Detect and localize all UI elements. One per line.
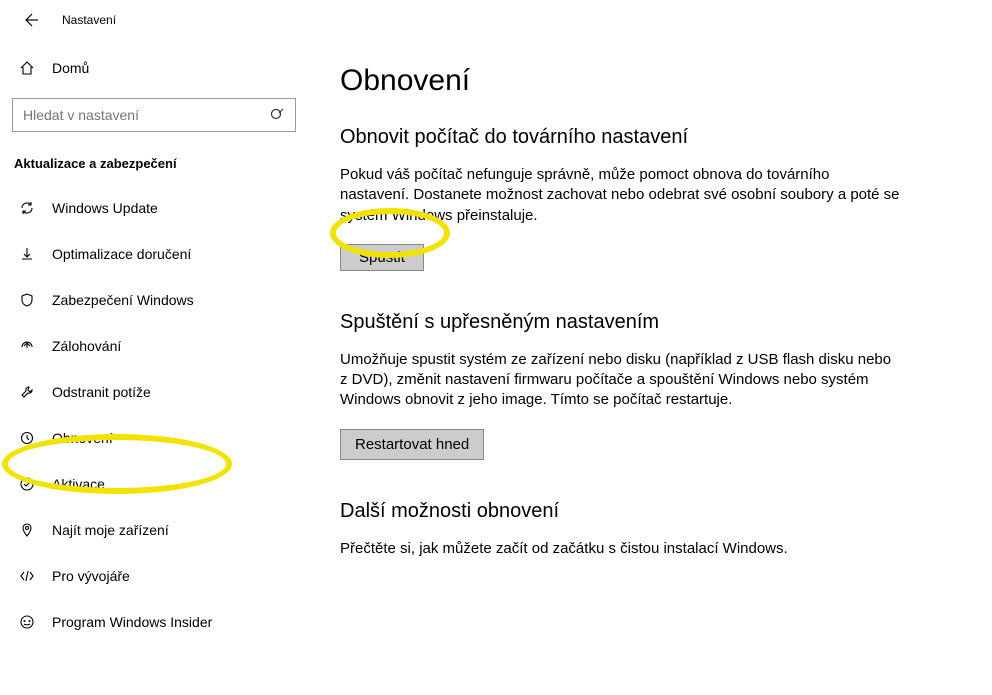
nav-list: Windows Update Optimalizace doručení Zab…	[0, 185, 310, 645]
arrow-left-icon	[22, 12, 38, 28]
restart-now-button[interactable]: Restartovat hned	[340, 429, 484, 460]
sidebar: Domů Aktualizace a zabezpečení Windows U…	[0, 40, 310, 695]
sidebar-item-backup[interactable]: Zálohování	[0, 323, 310, 369]
home-button[interactable]: Domů	[0, 48, 310, 88]
insider-icon	[18, 614, 36, 630]
section-reset-pc: Obnovit počítač do továrního nastavení P…	[340, 126, 900, 271]
sidebar-item-delivery-optimization[interactable]: Optimalizace doručení	[0, 231, 310, 277]
sidebar-item-for-developers[interactable]: Pro vývojáře	[0, 553, 310, 599]
home-label: Domů	[52, 60, 89, 76]
sidebar-item-label: Pro vývojáře	[52, 568, 130, 584]
search-icon	[269, 107, 285, 123]
section-title: Obnovit počítač do továrního nastavení	[340, 126, 900, 149]
sidebar-item-windows-security[interactable]: Zabezpečení Windows	[0, 277, 310, 323]
titlebar: Nastavení	[0, 0, 992, 40]
back-button[interactable]	[20, 10, 40, 30]
section-text: Umožňuje spustit systém ze zařízení nebo…	[340, 350, 900, 411]
window-title: Nastavení	[62, 13, 116, 27]
section-advanced-startup: Spuštění s upřesněným nastavením Umožňuj…	[340, 311, 900, 460]
home-icon	[18, 60, 36, 76]
recovery-icon	[18, 430, 36, 446]
sidebar-item-label: Odstranit potíže	[52, 384, 151, 400]
get-started-button[interactable]: Spustit	[340, 244, 424, 271]
sidebar-item-label: Program Windows Insider	[52, 614, 212, 630]
section-title: Další možnosti obnovení	[340, 500, 900, 523]
developer-icon	[18, 568, 36, 584]
sidebar-item-find-my-device[interactable]: Najít moje zařízení	[0, 507, 310, 553]
find-device-icon	[18, 522, 36, 538]
sidebar-item-label: Aktivace	[52, 476, 105, 492]
sidebar-item-label: Optimalizace doručení	[52, 246, 191, 262]
sidebar-item-label: Najít moje zařízení	[52, 522, 169, 538]
sidebar-item-label: Zabezpečení Windows	[52, 292, 194, 308]
sidebar-item-label: Windows Update	[52, 200, 158, 216]
section-title: Spuštění s upřesněným nastavením	[340, 311, 900, 334]
search-field[interactable]	[23, 107, 269, 123]
delivery-icon	[18, 246, 36, 262]
backup-icon	[18, 338, 36, 354]
content-pane: Obnovení Obnovit počítač do továrního na…	[310, 40, 992, 695]
section-more-recovery: Další možnosti obnovení Přečtěte si, jak…	[340, 500, 900, 559]
sidebar-item-label: Zálohování	[52, 338, 121, 354]
page-title: Obnovení	[340, 64, 952, 98]
search-input[interactable]	[12, 98, 296, 132]
sync-icon	[18, 200, 36, 216]
activation-icon	[18, 476, 36, 492]
sidebar-item-windows-insider[interactable]: Program Windows Insider	[0, 599, 310, 645]
sidebar-item-troubleshoot[interactable]: Odstranit potíže	[0, 369, 310, 415]
sidebar-item-activation[interactable]: Aktivace	[0, 461, 310, 507]
section-text: Pokud váš počítač nefunguje správně, můž…	[340, 165, 900, 226]
section-label: Aktualizace a zabezpečení	[0, 142, 310, 185]
sidebar-item-windows-update[interactable]: Windows Update	[0, 185, 310, 231]
shield-icon	[18, 292, 36, 308]
sidebar-item-label: Obnovení	[52, 430, 113, 446]
sidebar-item-recovery[interactable]: Obnovení	[0, 415, 310, 461]
troubleshoot-icon	[18, 384, 36, 400]
section-text: Přečtěte si, jak můžete začít od začátku…	[340, 539, 900, 559]
